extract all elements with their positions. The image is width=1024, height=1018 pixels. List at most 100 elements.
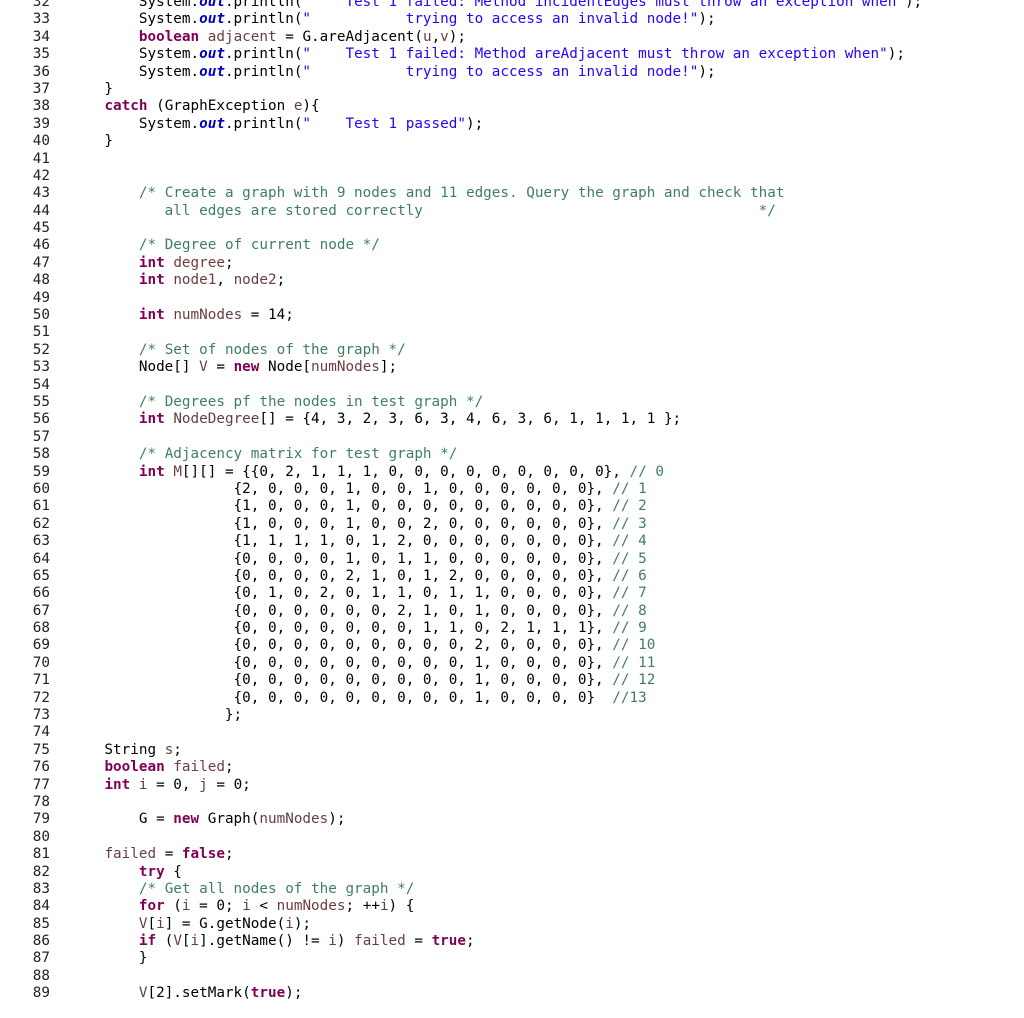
code-line[interactable]: 55 /* Degrees pf the nodes in test graph… xyxy=(0,394,1024,411)
code-token: [ xyxy=(181,933,191,950)
code-line[interactable]: 57 xyxy=(0,429,1024,446)
code-line[interactable]: 61 {1, 0, 0, 0, 1, 0, 0, 0, 0, 0, 0, 0, … xyxy=(0,498,1024,515)
code-line[interactable]: 34 boolean adjacent = G.areAdjacent(u,v)… xyxy=(0,29,1024,46)
line-number: 45 xyxy=(32,220,50,237)
code-text: } xyxy=(70,133,113,150)
code-token: ; xyxy=(224,759,234,776)
code-line[interactable]: 49 xyxy=(0,290,1024,307)
code-line[interactable]: 88 xyxy=(0,968,1024,985)
code-line[interactable]: 78 xyxy=(0,794,1024,811)
code-text: int NodeDegree[] = {4, 3, 2, 3, 6, 3, 4,… xyxy=(70,411,681,428)
code-token: for xyxy=(138,898,165,915)
code-line[interactable]: 83 /* Get all nodes of the graph */ xyxy=(0,881,1024,898)
code-token: Graph( xyxy=(199,811,260,828)
code-line[interactable]: 65 {0, 0, 0, 0, 2, 1, 0, 1, 2, 0, 0, 0, … xyxy=(0,568,1024,585)
code-line[interactable]: 82 try { xyxy=(0,864,1024,881)
code-line[interactable]: 42 xyxy=(0,168,1024,185)
code-token: { xyxy=(164,863,182,880)
line-number: 39 xyxy=(32,115,50,132)
code-line[interactable]: 69 {0, 0, 0, 0, 0, 0, 0, 0, 0, 2, 0, 0, … xyxy=(0,637,1024,654)
line-number: 52 xyxy=(32,341,50,358)
code-text: V[i] = G.getNode(i); xyxy=(70,916,311,933)
code-text: System.out.println(" Test 1 failed: Meth… xyxy=(70,46,905,63)
code-line[interactable]: 68 {0, 0, 0, 0, 0, 0, 0, 1, 1, 0, 2, 1, … xyxy=(0,620,1024,637)
code-line[interactable]: 77 int i = 0, j = 0; xyxy=(0,777,1024,794)
line-number: 41 xyxy=(32,150,50,167)
code-token: numNodes xyxy=(276,898,346,915)
code-line[interactable]: 86 if (V[i].getName() != i) failed = tru… xyxy=(0,933,1024,950)
line-number: 72 xyxy=(32,689,50,706)
code-line[interactable]: 76 boolean failed; xyxy=(0,759,1024,776)
code-token: = G.areAdjacent( xyxy=(276,28,423,45)
code-line[interactable]: 70 {0, 0, 0, 0, 0, 0, 0, 0, 0, 1, 0, 0, … xyxy=(0,655,1024,672)
code-line[interactable]: 43 /* Create a graph with 9 nodes and 11… xyxy=(0,185,1024,202)
code-line[interactable]: 45 xyxy=(0,220,1024,237)
code-token: false xyxy=(181,846,225,863)
code-token: new xyxy=(173,811,200,828)
code-line[interactable]: 35 System.out.println(" Test 1 failed: M… xyxy=(0,46,1024,63)
code-token: // 11 xyxy=(612,654,656,671)
code-line[interactable]: 37 } xyxy=(0,81,1024,98)
code-token: ); xyxy=(293,915,312,932)
code-line[interactable]: 74 xyxy=(0,724,1024,741)
code-line[interactable]: 46 /* Degree of current node */ xyxy=(0,237,1024,254)
code-line[interactable]: 54 xyxy=(0,377,1024,394)
code-line[interactable]: 64 {0, 0, 0, 0, 1, 0, 1, 1, 0, 0, 0, 0, … xyxy=(0,551,1024,568)
code-line[interactable]: 50 int numNodes = 14; xyxy=(0,307,1024,324)
code-editor[interactable]: 32 System.out.println(" Test 1 failed: M… xyxy=(0,0,1024,1003)
code-line[interactable]: 39 System.out.println(" Test 1 passed"); xyxy=(0,116,1024,133)
code-line[interactable]: 59 int M[][] = {{0, 2, 1, 1, 1, 0, 0, 0,… xyxy=(0,464,1024,481)
code-line[interactable]: 53 Node[] V = new Node[numNodes]; xyxy=(0,359,1024,376)
code-token: ; xyxy=(276,272,286,289)
code-line[interactable]: 85 V[i] = G.getNode(i); xyxy=(0,916,1024,933)
code-line[interactable]: 62 {1, 0, 0, 0, 1, 0, 0, 2, 0, 0, 0, 0, … xyxy=(0,516,1024,533)
code-line[interactable]: 75 String s; xyxy=(0,742,1024,759)
code-line[interactable]: 36 System.out.println(" trying to access… xyxy=(0,64,1024,81)
code-token: .println( xyxy=(224,115,303,132)
code-token: ){ xyxy=(302,98,320,115)
code-token: {0, 0, 0, 0, 0, 0, 2, 1, 0, 1, 0, 0, 0, … xyxy=(70,602,613,619)
code-line[interactable]: 71 {0, 0, 0, 0, 0, 0, 0, 0, 0, 1, 0, 0, … xyxy=(0,672,1024,689)
code-line[interactable]: 80 xyxy=(0,829,1024,846)
line-number: 74 xyxy=(32,724,50,741)
code-line[interactable]: 44 all edges are stored correctly */ xyxy=(0,203,1024,220)
code-line[interactable]: 56 int NodeDegree[] = {4, 3, 2, 3, 6, 3,… xyxy=(0,411,1024,428)
line-number: 36 xyxy=(32,63,50,80)
code-text: G = new Graph(numNodes); xyxy=(70,811,346,828)
code-line[interactable]: 33 System.out.println(" trying to access… xyxy=(0,11,1024,28)
code-token: {1, 0, 0, 0, 1, 0, 0, 0, 0, 0, 0, 0, 0, … xyxy=(70,498,613,515)
code-token: = 0; xyxy=(190,898,243,915)
line-number: 34 xyxy=(32,28,50,45)
code-line[interactable]: 89 V[2].setMark(true); xyxy=(0,985,1024,1002)
line-number: 77 xyxy=(32,776,50,793)
code-line[interactable]: 63 {1, 1, 1, 1, 0, 1, 2, 0, 0, 0, 0, 0, … xyxy=(0,533,1024,550)
line-number: 54 xyxy=(32,376,50,393)
line-number: 82 xyxy=(32,863,50,880)
code-token: ) { xyxy=(388,898,415,915)
code-line[interactable]: 48 int node1, node2; xyxy=(0,272,1024,289)
code-line[interactable]: 87 } xyxy=(0,950,1024,967)
code-line[interactable]: 40 } xyxy=(0,133,1024,150)
code-line[interactable]: 58 /* Adjacency matrix for test graph */ xyxy=(0,446,1024,463)
code-token: // 3 xyxy=(612,515,647,532)
code-line[interactable]: 38 catch (GraphException e){ xyxy=(0,98,1024,115)
code-line[interactable]: 79 G = new Graph(numNodes); xyxy=(0,811,1024,828)
code-token: {1, 1, 1, 1, 0, 1, 2, 0, 0, 0, 0, 0, 0, … xyxy=(70,533,613,550)
code-line[interactable]: 41 xyxy=(0,151,1024,168)
code-line[interactable]: 72 {0, 0, 0, 0, 0, 0, 0, 0, 0, 1, 0, 0, … xyxy=(0,690,1024,707)
code-token: M xyxy=(173,463,182,480)
code-token: System. xyxy=(70,115,200,132)
code-line[interactable]: 67 {0, 0, 0, 0, 0, 0, 2, 1, 0, 1, 0, 0, … xyxy=(0,603,1024,620)
code-line[interactable]: 73 }; xyxy=(0,707,1024,724)
code-line[interactable]: 47 int degree; xyxy=(0,255,1024,272)
code-line[interactable]: 32 System.out.println(" Test 1 failed: M… xyxy=(0,0,1024,11)
code-line[interactable]: 51 xyxy=(0,324,1024,341)
code-line[interactable]: 52 /* Set of nodes of the graph */ xyxy=(0,342,1024,359)
code-line[interactable]: 84 for (i = 0; i < numNodes; ++i) { xyxy=(0,898,1024,915)
code-line[interactable]: 60 {2, 0, 0, 0, 1, 0, 0, 1, 0, 0, 0, 0, … xyxy=(0,481,1024,498)
code-line[interactable]: 66 {0, 1, 0, 2, 0, 1, 1, 0, 1, 1, 0, 0, … xyxy=(0,585,1024,602)
code-line[interactable]: 81 failed = false; xyxy=(0,846,1024,863)
